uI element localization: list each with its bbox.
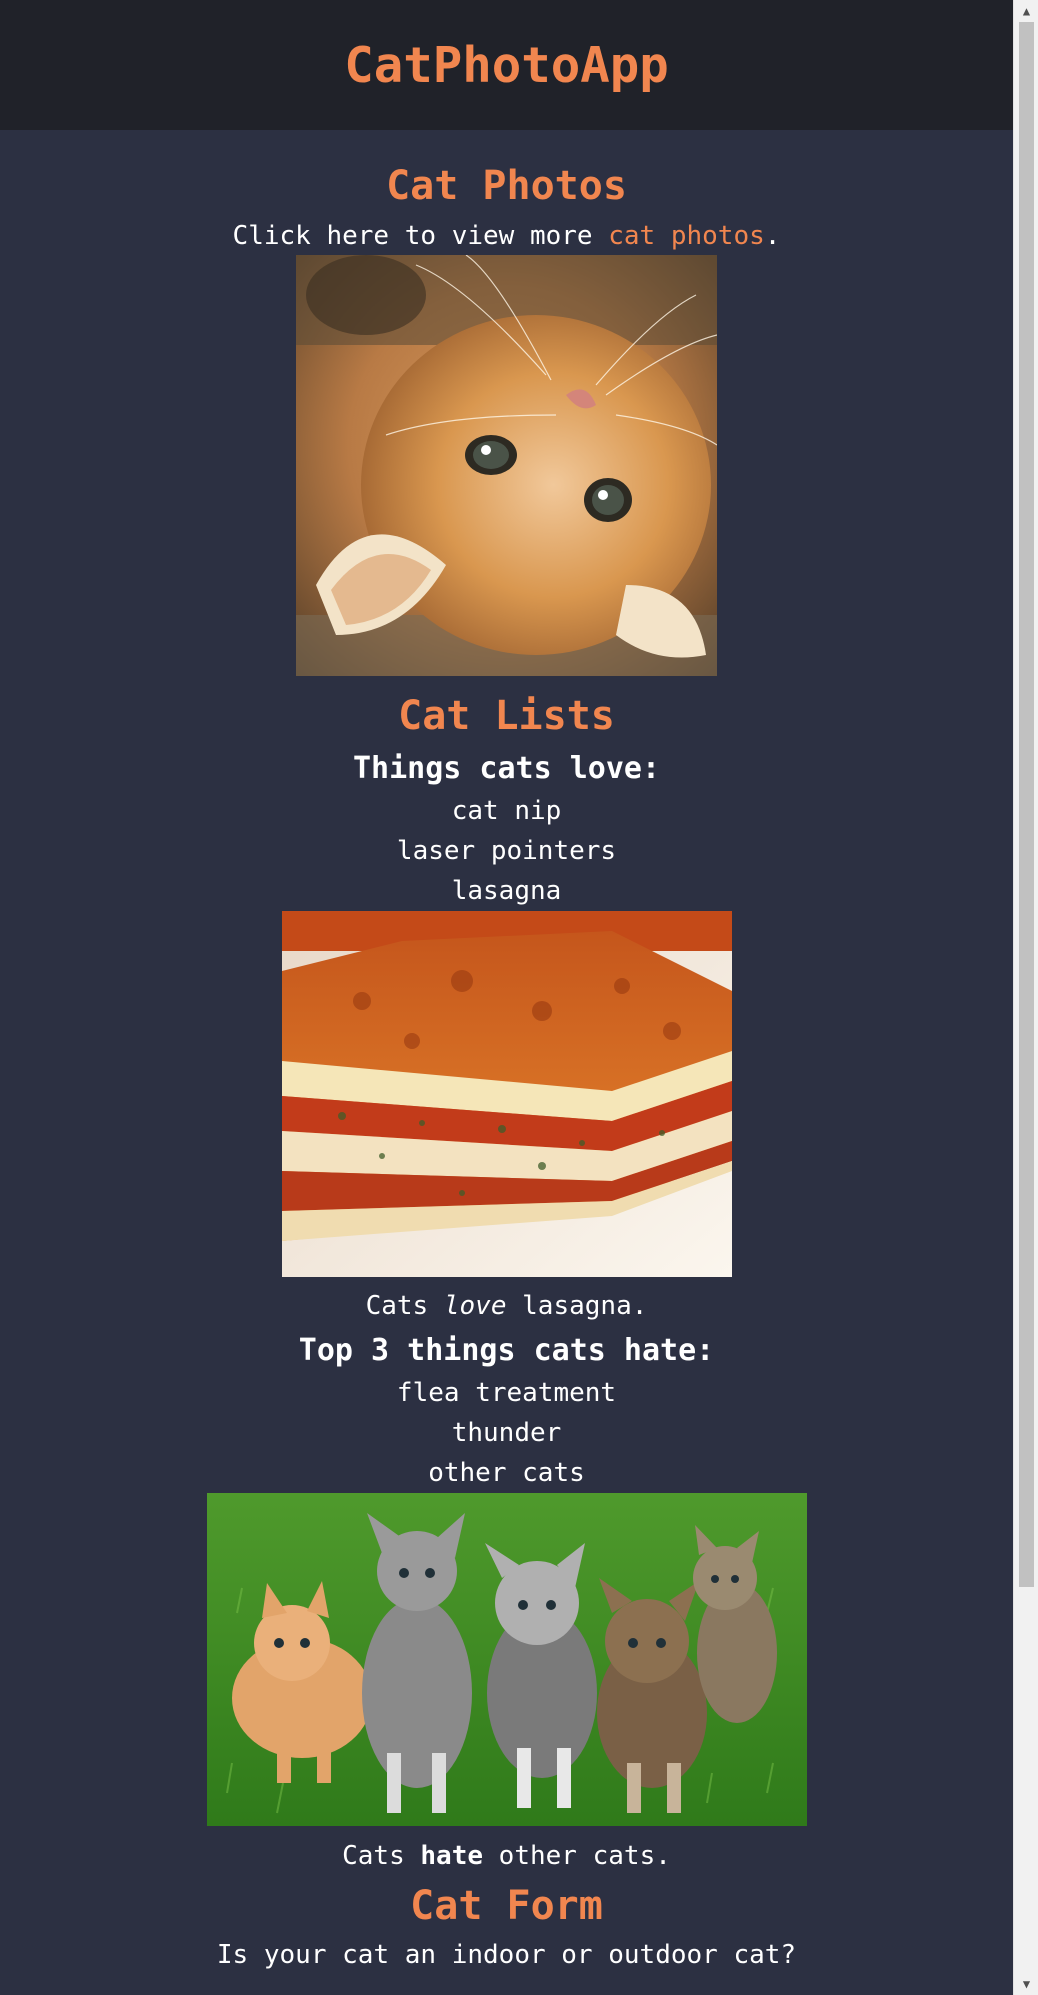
page: CatPhotoApp Cat Photos Click here to vie…: [0, 0, 1013, 1995]
list-item: flea treatment: [396, 1378, 617, 1408]
scrollbar-thumb[interactable]: [1019, 22, 1034, 1587]
hate-list-heading: Top 3 things cats hate:: [298, 1333, 715, 1368]
cat-lists-heading: Cat Lists: [398, 693, 615, 739]
hate-caption-suffix: other cats.: [483, 1841, 671, 1871]
list-item: other cats: [428, 1458, 585, 1488]
list-item: lasagna: [451, 876, 562, 906]
hate-caption-prefix: Cats: [342, 1841, 421, 1871]
kittens-image[interactable]: [207, 1493, 807, 1826]
list-item: thunder: [451, 1418, 562, 1448]
lasagna-image[interactable]: [282, 911, 732, 1277]
love-caption-prefix: Cats: [365, 1291, 444, 1321]
cat-photos-heading: Cat Photos: [386, 163, 627, 209]
scroll-down-arrow-icon[interactable]: ▼: [1014, 1973, 1038, 1995]
indoor-outdoor-question: Is your cat an indoor or outdoor cat?: [216, 1940, 797, 1970]
vertical-scrollbar[interactable]: ▲ ▼: [1013, 0, 1038, 1995]
list-item: laser pointers: [396, 836, 617, 866]
list-item: cat nip: [451, 796, 562, 826]
relaxing-cat-image[interactable]: [296, 255, 717, 676]
site-title: CatPhotoApp: [344, 36, 669, 94]
view-more-prefix: Click here to view more: [232, 221, 609, 251]
scroll-up-arrow-icon[interactable]: ▲: [1014, 0, 1038, 22]
hate-caption: Cats hate other cats.: [0, 1843, 1013, 1869]
love-list-heading: Things cats love:: [352, 751, 661, 786]
love-caption-emphasis: love: [443, 1291, 507, 1321]
hate-caption-strong: hate: [420, 1841, 484, 1871]
cat-form-heading: Cat Form: [410, 1883, 603, 1929]
love-caption-suffix: lasagna.: [506, 1291, 648, 1321]
cat-photos-link[interactable]: cat photos: [608, 221, 765, 251]
view-more-suffix: .: [764, 221, 781, 251]
site-header: CatPhotoApp: [0, 0, 1013, 130]
view-more-text: Click here to view more cat photos.: [0, 223, 1013, 249]
love-caption: Cats love lasagna.: [0, 1293, 1013, 1319]
